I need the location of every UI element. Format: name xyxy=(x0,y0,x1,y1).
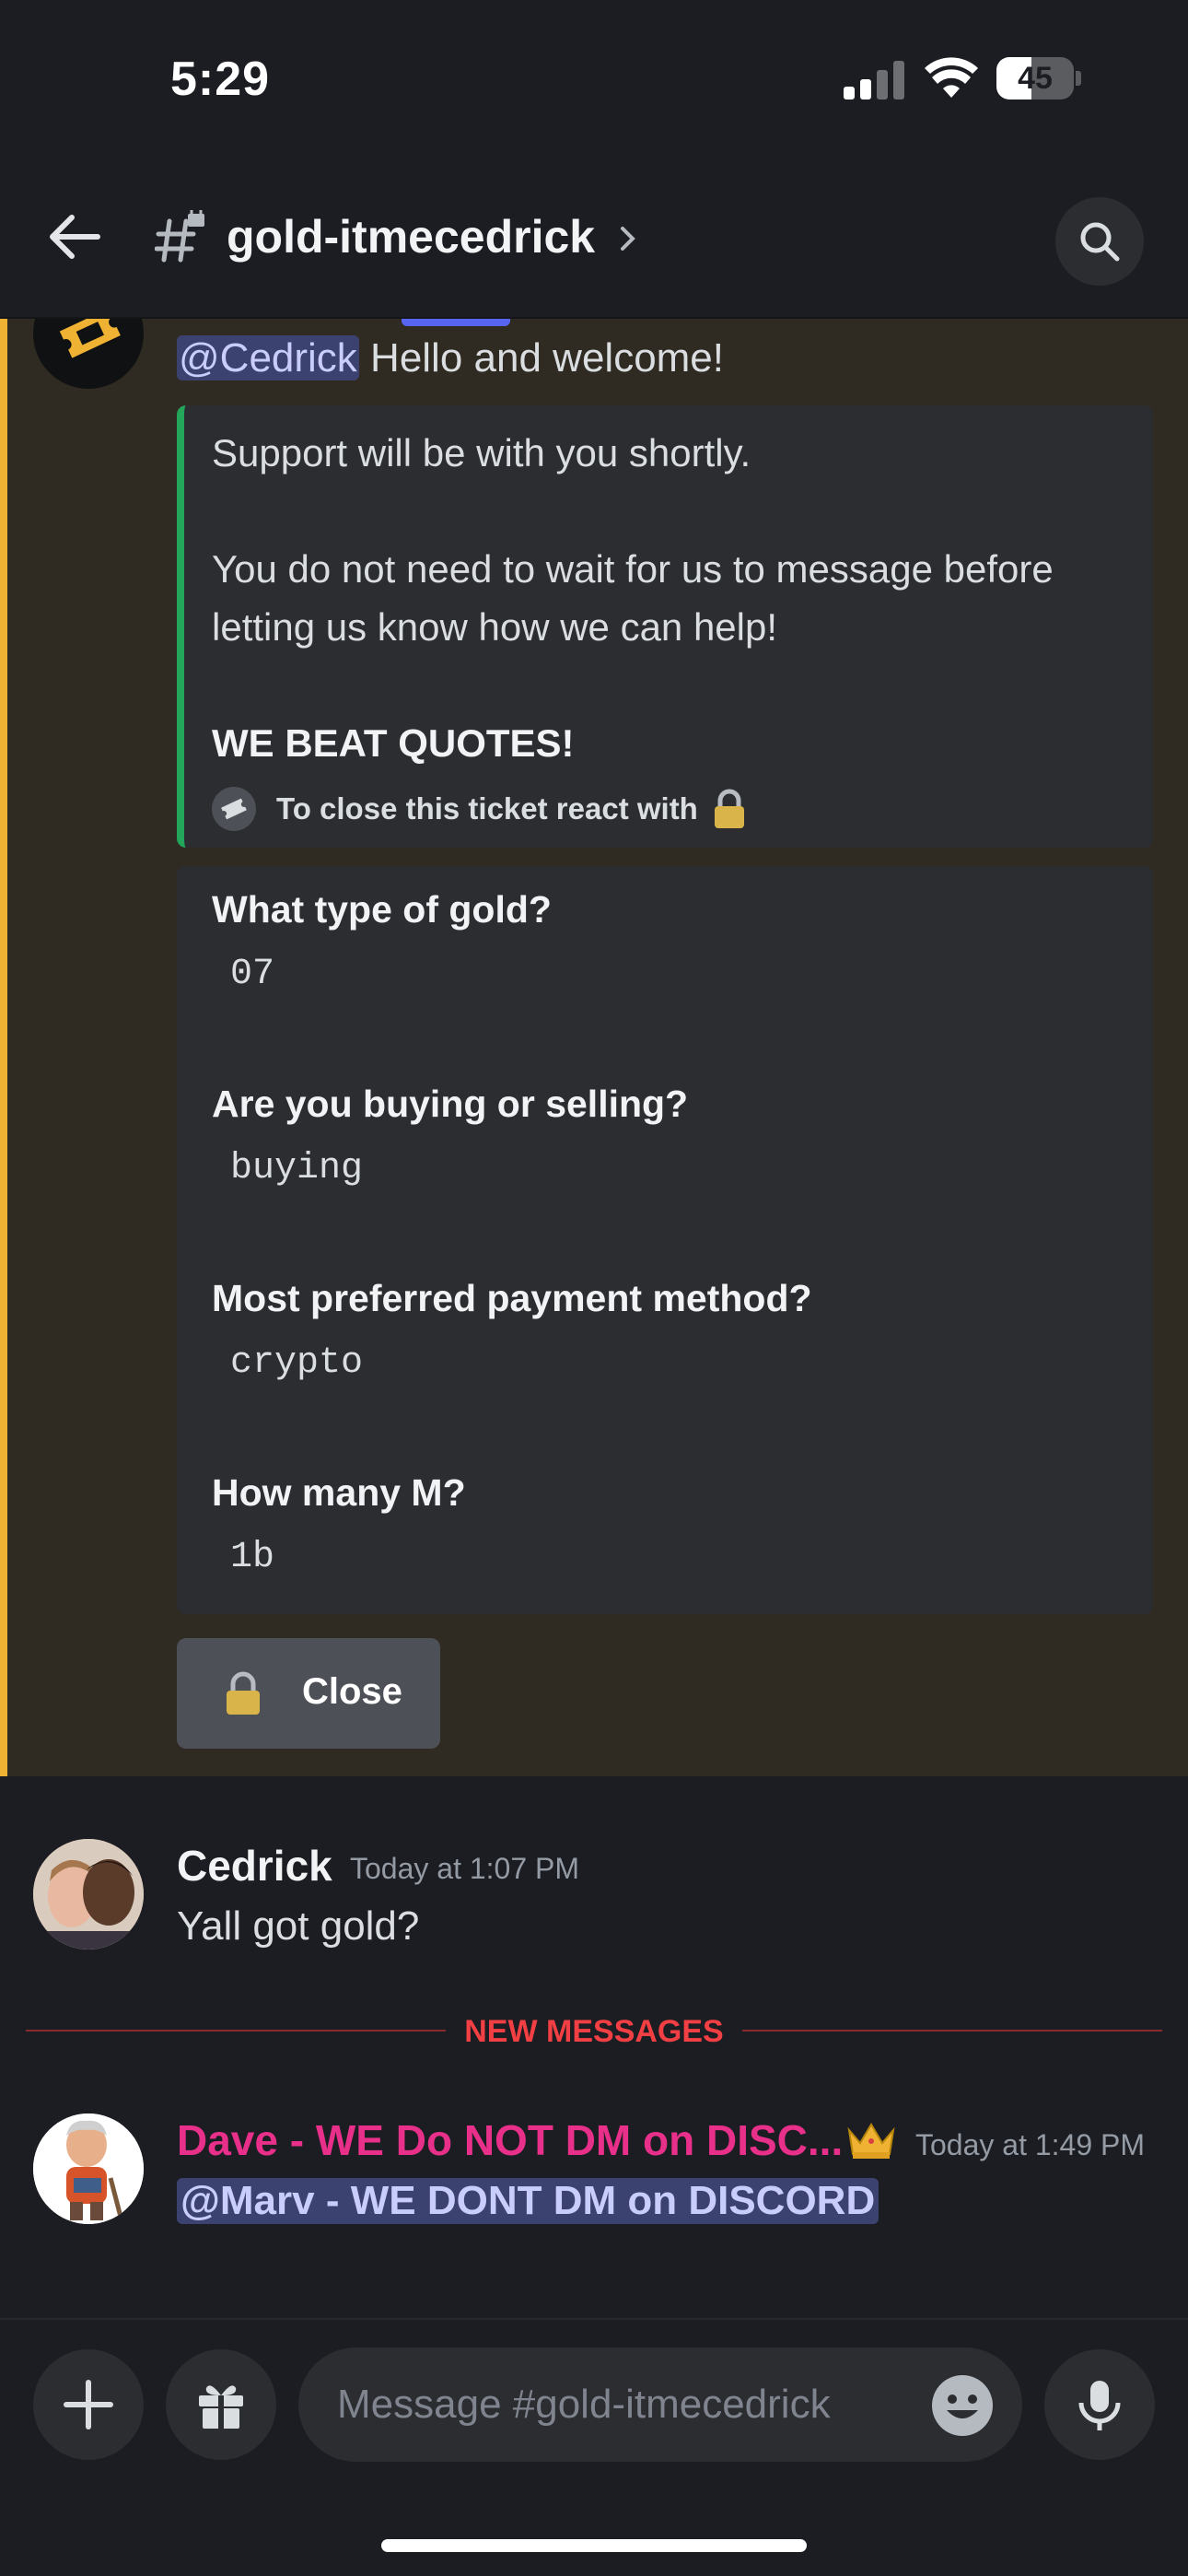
attach-button[interactable] xyxy=(33,2349,144,2460)
footer-text: To close this ticket react with xyxy=(276,791,698,825)
field: Most preferred payment method? crypto xyxy=(212,1277,812,1384)
message-timestamp: Today at 1:49 PM xyxy=(915,2128,1146,2161)
role-tag xyxy=(402,319,510,326)
close-ticket-button[interactable]: Close xyxy=(177,1638,440,1749)
message-input[interactable] xyxy=(337,2371,890,2438)
footer-ticket-icon xyxy=(212,787,256,831)
message-input-container[interactable] xyxy=(298,2348,1022,2462)
welcome-text: @Cedrick Hello and welcome! xyxy=(177,335,724,381)
bot-message[interactable]: @Cedrick Hello and welcome! Support will… xyxy=(0,319,1188,1776)
field-name: What type of gold? xyxy=(212,888,552,931)
gift-icon xyxy=(199,2385,243,2429)
new-messages-label: NEW MESSAGES xyxy=(446,2010,742,2053)
plus-icon xyxy=(64,2380,113,2430)
wifi-icon xyxy=(925,57,978,98)
embed-line: Support will be with you shortly. xyxy=(212,431,751,474)
message-author[interactable]: Cedrick xyxy=(177,1841,332,1891)
search-button[interactable] xyxy=(1055,197,1144,286)
avatar[interactable] xyxy=(33,2113,144,2224)
support-embed: Support will be with you shortly. You do… xyxy=(177,405,1153,848)
search-icon xyxy=(1080,222,1120,262)
field: Are you buying or selling? buying xyxy=(212,1083,688,1189)
field: What type of gold? 07 xyxy=(212,888,552,995)
crown-icon xyxy=(847,2123,895,2159)
channel-title[interactable]: gold-itmecedrick xyxy=(227,210,595,263)
bot-avatar[interactable] xyxy=(33,319,144,389)
hash-lock-icon xyxy=(155,210,204,263)
back-arrow-icon[interactable] xyxy=(42,205,107,269)
role-mention[interactable]: @Marv - WE DONT DM on DISCORD xyxy=(177,2178,879,2224)
battery-percent: 45 xyxy=(1018,61,1053,96)
message-composer xyxy=(0,2318,1188,2576)
embed-description: Support will be with you shortly. You do… xyxy=(212,424,1133,772)
field-value: buying xyxy=(230,1148,364,1189)
field-name: How many M? xyxy=(212,1471,466,1514)
close-button-label: Close xyxy=(302,1671,402,1712)
embed-footer: To close this ticket react with xyxy=(212,785,748,833)
voice-button[interactable] xyxy=(1044,2349,1155,2460)
message-timestamp: Today at 1:07 PM xyxy=(350,1852,580,1885)
ticket-icon xyxy=(59,319,121,358)
emoji-button[interactable] xyxy=(932,2375,993,2436)
user-mention[interactable]: @Cedrick xyxy=(177,335,359,381)
lock-icon xyxy=(227,1671,260,1715)
status-time: 5:29 xyxy=(170,53,271,106)
channel-header: gold-itmecedrick xyxy=(0,157,1188,319)
gift-button[interactable] xyxy=(166,2349,276,2460)
field-name: Most preferred payment method? xyxy=(212,1277,812,1319)
home-indicator xyxy=(381,2539,807,2552)
welcome-message: Hello and welcome! xyxy=(358,335,725,381)
field-name: Are you buying or selling? xyxy=(212,1083,689,1125)
embed-emphasis: WE BEAT QUOTES! xyxy=(212,721,575,765)
ticket-fields-embed: What type of gold? 07 Are you buying or … xyxy=(177,866,1153,1614)
status-bar: 5:29 45 xyxy=(0,0,1188,157)
message-author[interactable]: Dave - WE Do NOT DM on DISC... xyxy=(177,2115,843,2165)
field-value: 1b xyxy=(230,1537,275,1578)
chevron-right-icon[interactable] xyxy=(619,223,637,254)
embed-line: You do not need to wait for us to messag… xyxy=(212,547,1054,649)
lock-icon xyxy=(714,789,744,828)
microphone-icon xyxy=(1078,2381,1121,2430)
emoji-icon xyxy=(947,2395,978,2418)
field-value: crypto xyxy=(230,1342,364,1384)
message-text: Yall got gold? xyxy=(177,1903,420,1949)
field-value: 07 xyxy=(230,954,275,995)
field: How many M? 1b xyxy=(212,1471,466,1578)
avatar[interactable] xyxy=(33,1839,144,1950)
cellular-signal-icon xyxy=(844,61,906,100)
battery-icon: 45 xyxy=(996,57,1081,100)
